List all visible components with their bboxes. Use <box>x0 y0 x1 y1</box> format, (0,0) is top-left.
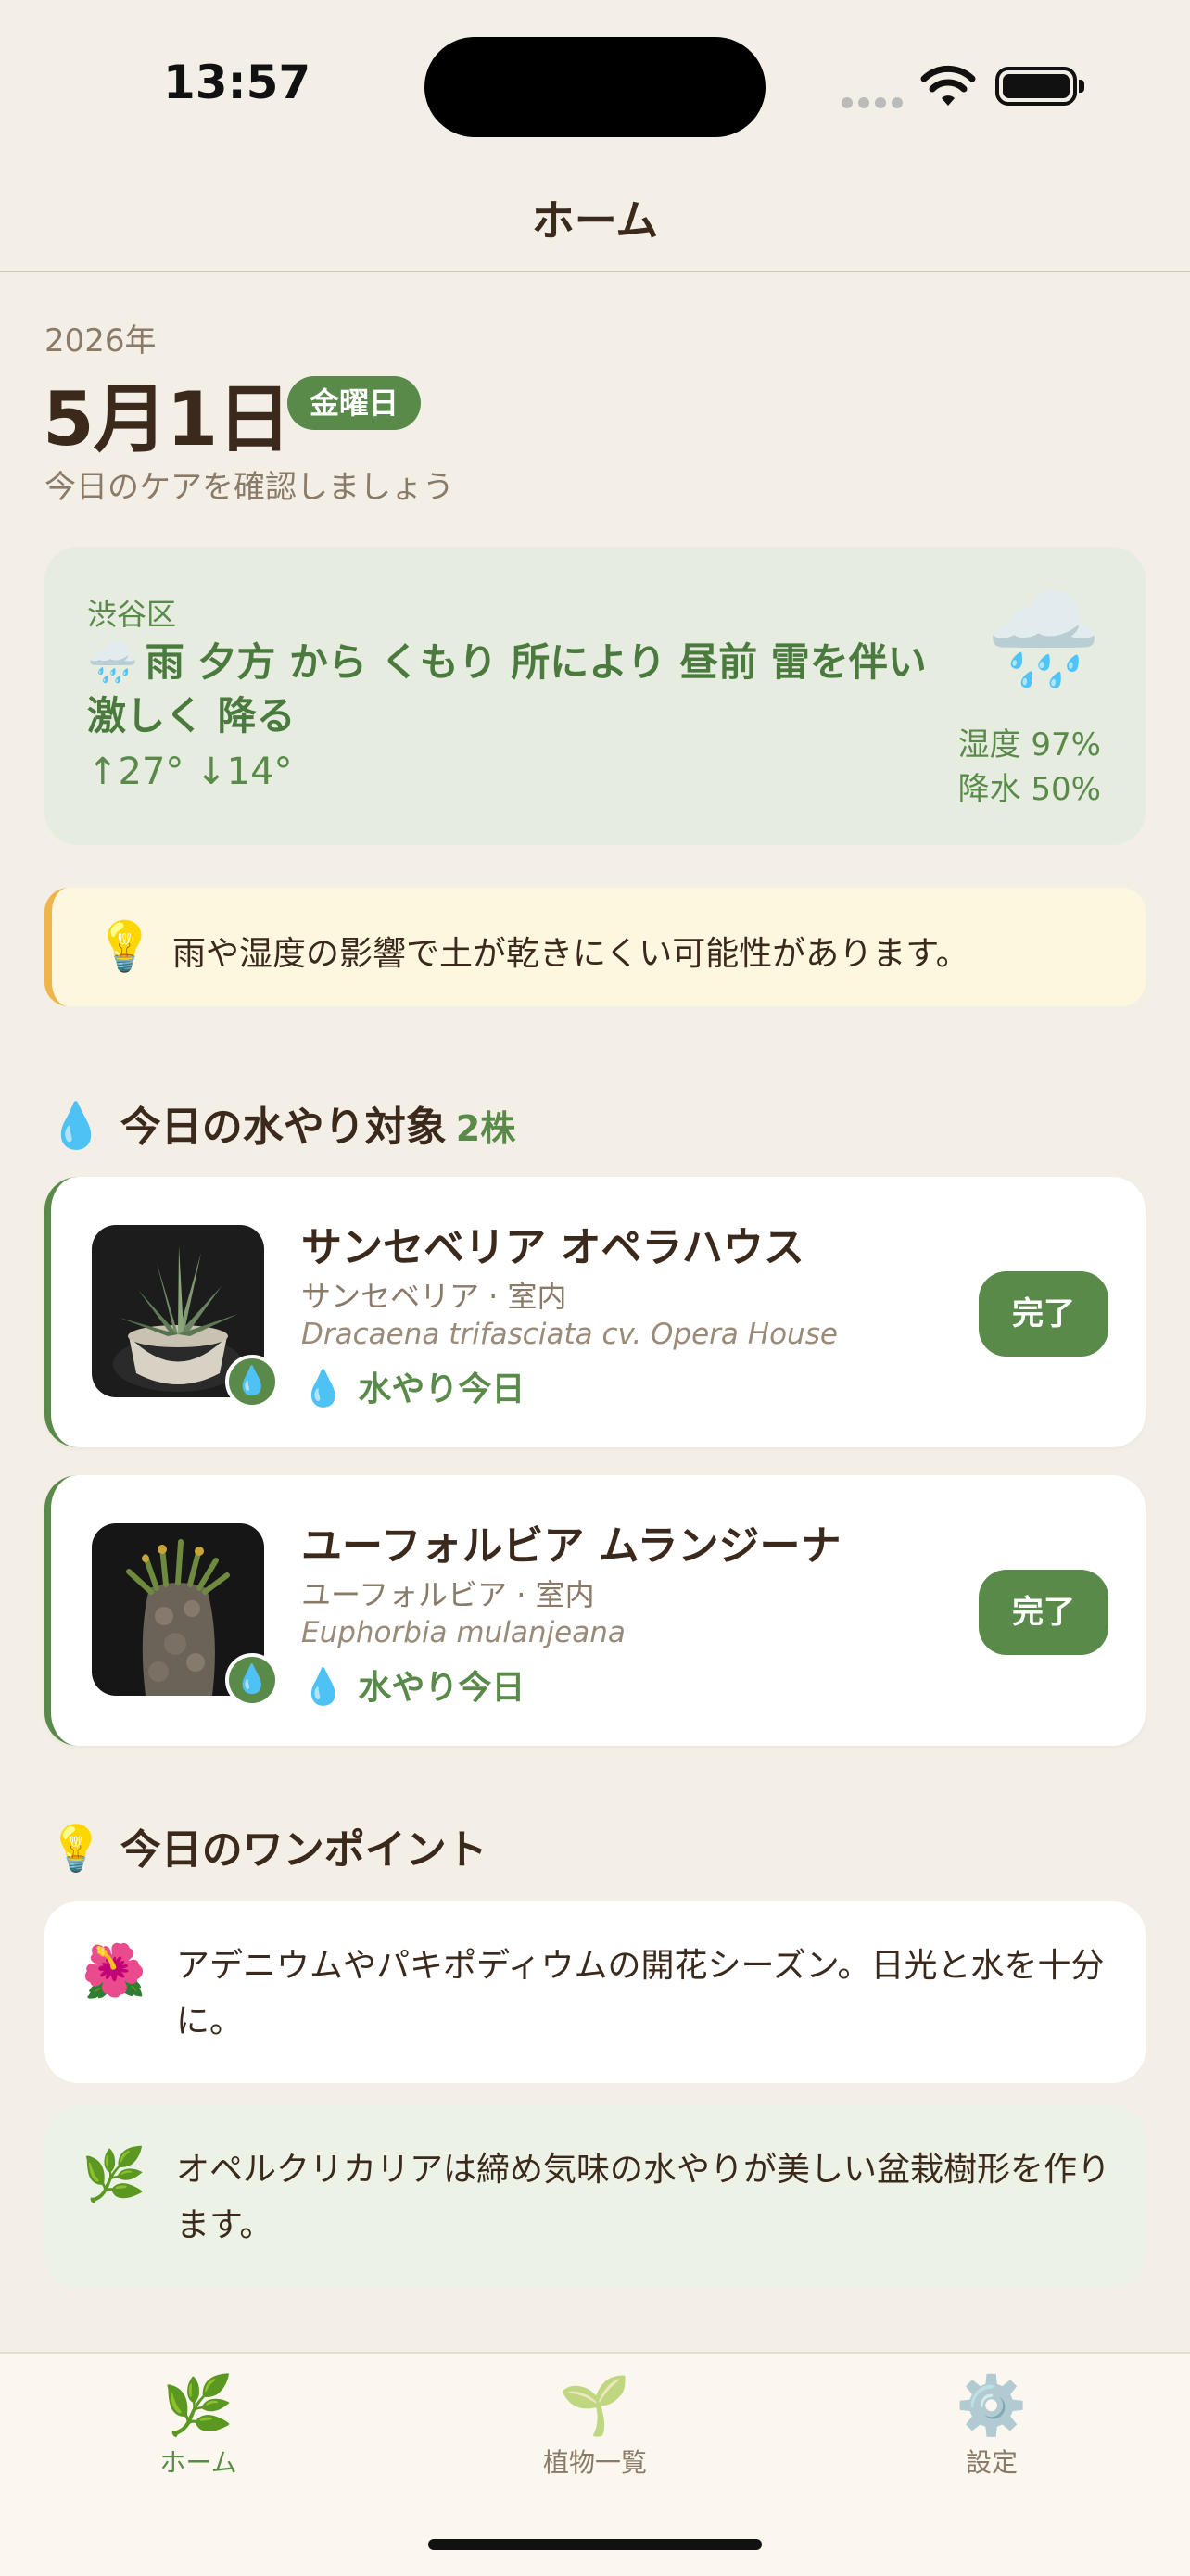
weather-card[interactable]: 渋谷区 🌧️ 雨 夕方 から くもり 所により 昼前 雷を伴い 激しく 降る ↑2… <box>44 547 1146 845</box>
onepoint-section-header: 💡 今日のワンポイント <box>48 1816 487 1875</box>
weather-humidity: 湿度 97% <box>957 726 1101 764</box>
advice-banner: 💡 雨や湿度の影響で土が乾きにくい可能性があります。 <box>44 888 1146 1006</box>
watering-section-title: 今日の水やり対象 <box>120 1104 447 1151</box>
wifi-icon <box>920 65 976 106</box>
tab-label: 設定 <box>965 2447 1018 2478</box>
plant-card[interactable]: 💧 ユーフォルビア ムランジーナ ユーフォルビア · 室内 Euphorbia … <box>44 1475 1146 1746</box>
onepoint-tip-card: 🌺 アデニウムやパキポディウムの開花シーズン。日光と水を十分に。 <box>44 1901 1146 2083</box>
plant-meta: ユーフォルビア · 室内 <box>301 1577 595 1612</box>
header-subtitle: 今日のケアを確認しましょう <box>44 469 454 506</box>
plant-scientific-name: Euphorbia mulanjeana <box>301 1616 626 1649</box>
watering-count: 2株 <box>455 1108 516 1149</box>
weather-description-text: 雨 夕方 から くもり 所により 昼前 雷を伴い 激しく 降る <box>87 639 927 739</box>
complete-button[interactable]: 完了 <box>979 1570 1108 1655</box>
weather-precipitation: 降水 50% <box>957 771 1101 808</box>
plant-name: サンセベリア オペラハウス <box>301 1224 804 1271</box>
home-indicator[interactable] <box>428 2539 762 2550</box>
seedling-icon: 🌱 <box>559 2371 631 2439</box>
weather-location: 渋谷区 <box>87 597 177 632</box>
plant-name: ユーフォルビア ムランジーナ <box>301 1522 842 1570</box>
watering-section-header: 💧 今日の水やり対象 2株 <box>48 1093 515 1153</box>
weather-description: 🌧️ 雨 夕方 から くもり 所により 昼前 雷を伴い 激しく 降る <box>87 636 977 743</box>
water-drop-icon: 💧 <box>301 1666 346 1707</box>
complete-button[interactable]: 完了 <box>979 1271 1108 1357</box>
dynamic-island <box>424 37 766 137</box>
plant-card[interactable]: 💧 サンセベリア オペラハウス サンセベリア · 室内 Dracaena tri… <box>44 1177 1146 1447</box>
status-bar: 13:57 <box>0 0 1190 148</box>
lightbulb-icon: 💡 <box>95 919 155 975</box>
watering-status-label: 水やり今日 <box>358 1370 525 1408</box>
rain-cloud-icon: 🌧️ <box>87 638 138 686</box>
battery-icon <box>995 67 1084 106</box>
weather-temperatures: ↑27° ↓14° <box>87 751 293 793</box>
herb-icon: 🌿 <box>162 2371 234 2439</box>
watering-status: 💧 水やり今日 <box>301 1661 525 1709</box>
advice-text: 雨や湿度の影響で土が乾きにくい可能性があります。 <box>172 935 969 973</box>
tab-label: 植物一覧 <box>542 2447 647 2478</box>
page-title: ホーム <box>531 196 659 246</box>
date-label: 5月1日 <box>43 376 291 462</box>
water-drop-icon: 💧 <box>301 1368 346 1408</box>
water-drop-badge-icon: 💧 <box>225 1355 279 1408</box>
onepoint-tip-text: オペルクリカリアは締め気味の水やりが美しい盆栽樹形を作ります。 <box>176 2151 1111 2244</box>
year-label: 2026年 <box>44 322 157 360</box>
status-time: 13:57 <box>163 56 311 109</box>
tab-home[interactable]: 🌿 ホーム <box>106 2372 291 2480</box>
onepoint-tip-text: アデニウムやパキポディウムの開花シーズン。日光と水を十分に。 <box>176 1947 1105 2040</box>
water-drop-icon: 💧 <box>48 1100 104 1152</box>
weekday-badge: 金曜日 <box>287 376 422 430</box>
plant-meta: サンセベリア · 室内 <box>301 1279 567 1314</box>
tab-label: ホーム <box>159 2447 237 2478</box>
watering-status: 💧 水やり今日 <box>301 1362 525 1410</box>
plant-scientific-name: Dracaena trifasciata cv. Opera House <box>301 1318 838 1351</box>
herb-icon: 🌿 <box>82 2145 146 2205</box>
cellular-signal-icon <box>842 95 908 112</box>
watering-status-label: 水やり今日 <box>358 1669 525 1707</box>
lightbulb-icon: 💡 <box>48 1823 104 1875</box>
tab-plant-list[interactable]: 🌱 植物一覧 <box>502 2372 688 2480</box>
onepoint-tip-card: 🌿 オペルクリカリアは締め気味の水やりが美しい盆栽樹形を作ります。 <box>44 2105 1146 2287</box>
water-drop-badge-icon: 💧 <box>225 1653 279 1707</box>
gear-icon: ⚙️ <box>956 2371 1028 2439</box>
rain-cloud-large-icon: 🌧️ <box>985 585 1101 693</box>
onepoint-section-title: 今日のワンポイント <box>120 1826 487 1874</box>
hibiscus-icon: 🌺 <box>82 1941 146 2001</box>
navigation-bar: ホーム <box>0 148 1190 272</box>
tab-settings[interactable]: ⚙️ 設定 <box>899 2372 1084 2480</box>
